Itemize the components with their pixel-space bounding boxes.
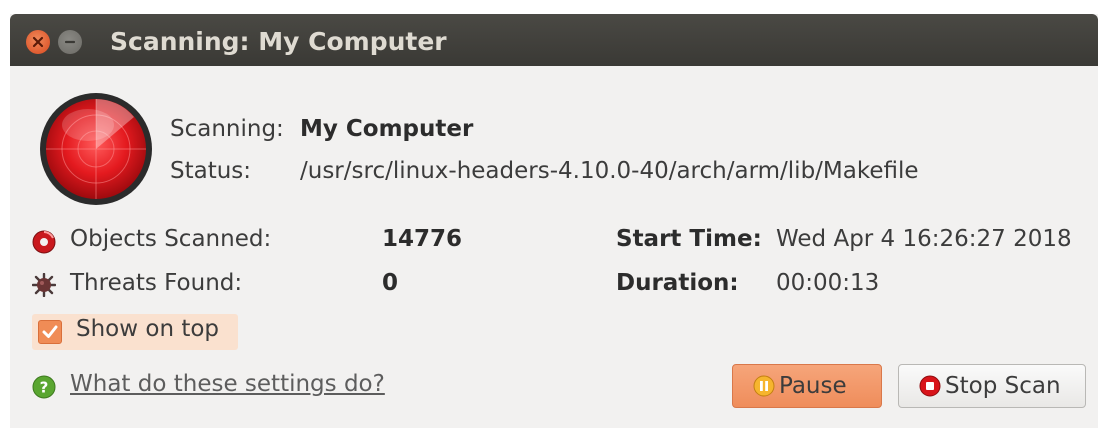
status-label: Status: [170, 158, 252, 184]
svg-text:?: ? [40, 379, 49, 397]
disc-icon [32, 230, 56, 254]
pause-button[interactable]: Pause [732, 364, 882, 408]
start-time-value: Wed Apr 4 16:26:27 2018 [776, 226, 1072, 252]
scanning-target: My Computer [300, 116, 474, 142]
status-path: /usr/src/linux-headers-4.10.0-40/arch/ar… [300, 158, 919, 184]
show-on-top-option[interactable]: Show on top [32, 314, 238, 350]
stop-scan-button[interactable]: Stop Scan [898, 364, 1086, 408]
title-bar: Scanning: My Computer [10, 14, 1098, 66]
stop-scan-label: Stop Scan [945, 373, 1061, 399]
duration-value: 00:00:13 [776, 270, 880, 296]
duration-label: Duration: [616, 270, 739, 296]
pause-icon [753, 375, 775, 397]
start-time-label: Start Time: [616, 226, 762, 252]
radar-icon [40, 93, 152, 205]
scan-window: Scanning: My Computer Scanning: My Compu… [10, 14, 1098, 428]
threats-found-value: 0 [382, 270, 399, 296]
objects-scanned-label: Objects Scanned: [70, 226, 272, 252]
objects-scanned-value: 14776 [382, 226, 463, 252]
checkmark-icon [42, 325, 58, 338]
show-on-top-label: Show on top [76, 316, 220, 342]
close-icon [32, 36, 44, 48]
help-icon: ? [32, 375, 56, 399]
show-on-top-checkbox[interactable] [38, 320, 62, 344]
scanning-label: Scanning: [170, 116, 284, 142]
minimize-icon [64, 40, 76, 44]
help-link[interactable]: What do these settings do? [70, 371, 385, 397]
virus-icon [32, 273, 56, 297]
stop-icon [919, 375, 941, 397]
pause-label: Pause [779, 373, 847, 399]
window-title: Scanning: My Computer [110, 27, 447, 56]
close-button[interactable] [26, 30, 50, 54]
threats-found-label: Threats Found: [70, 270, 243, 296]
minimize-button[interactable] [58, 30, 82, 54]
